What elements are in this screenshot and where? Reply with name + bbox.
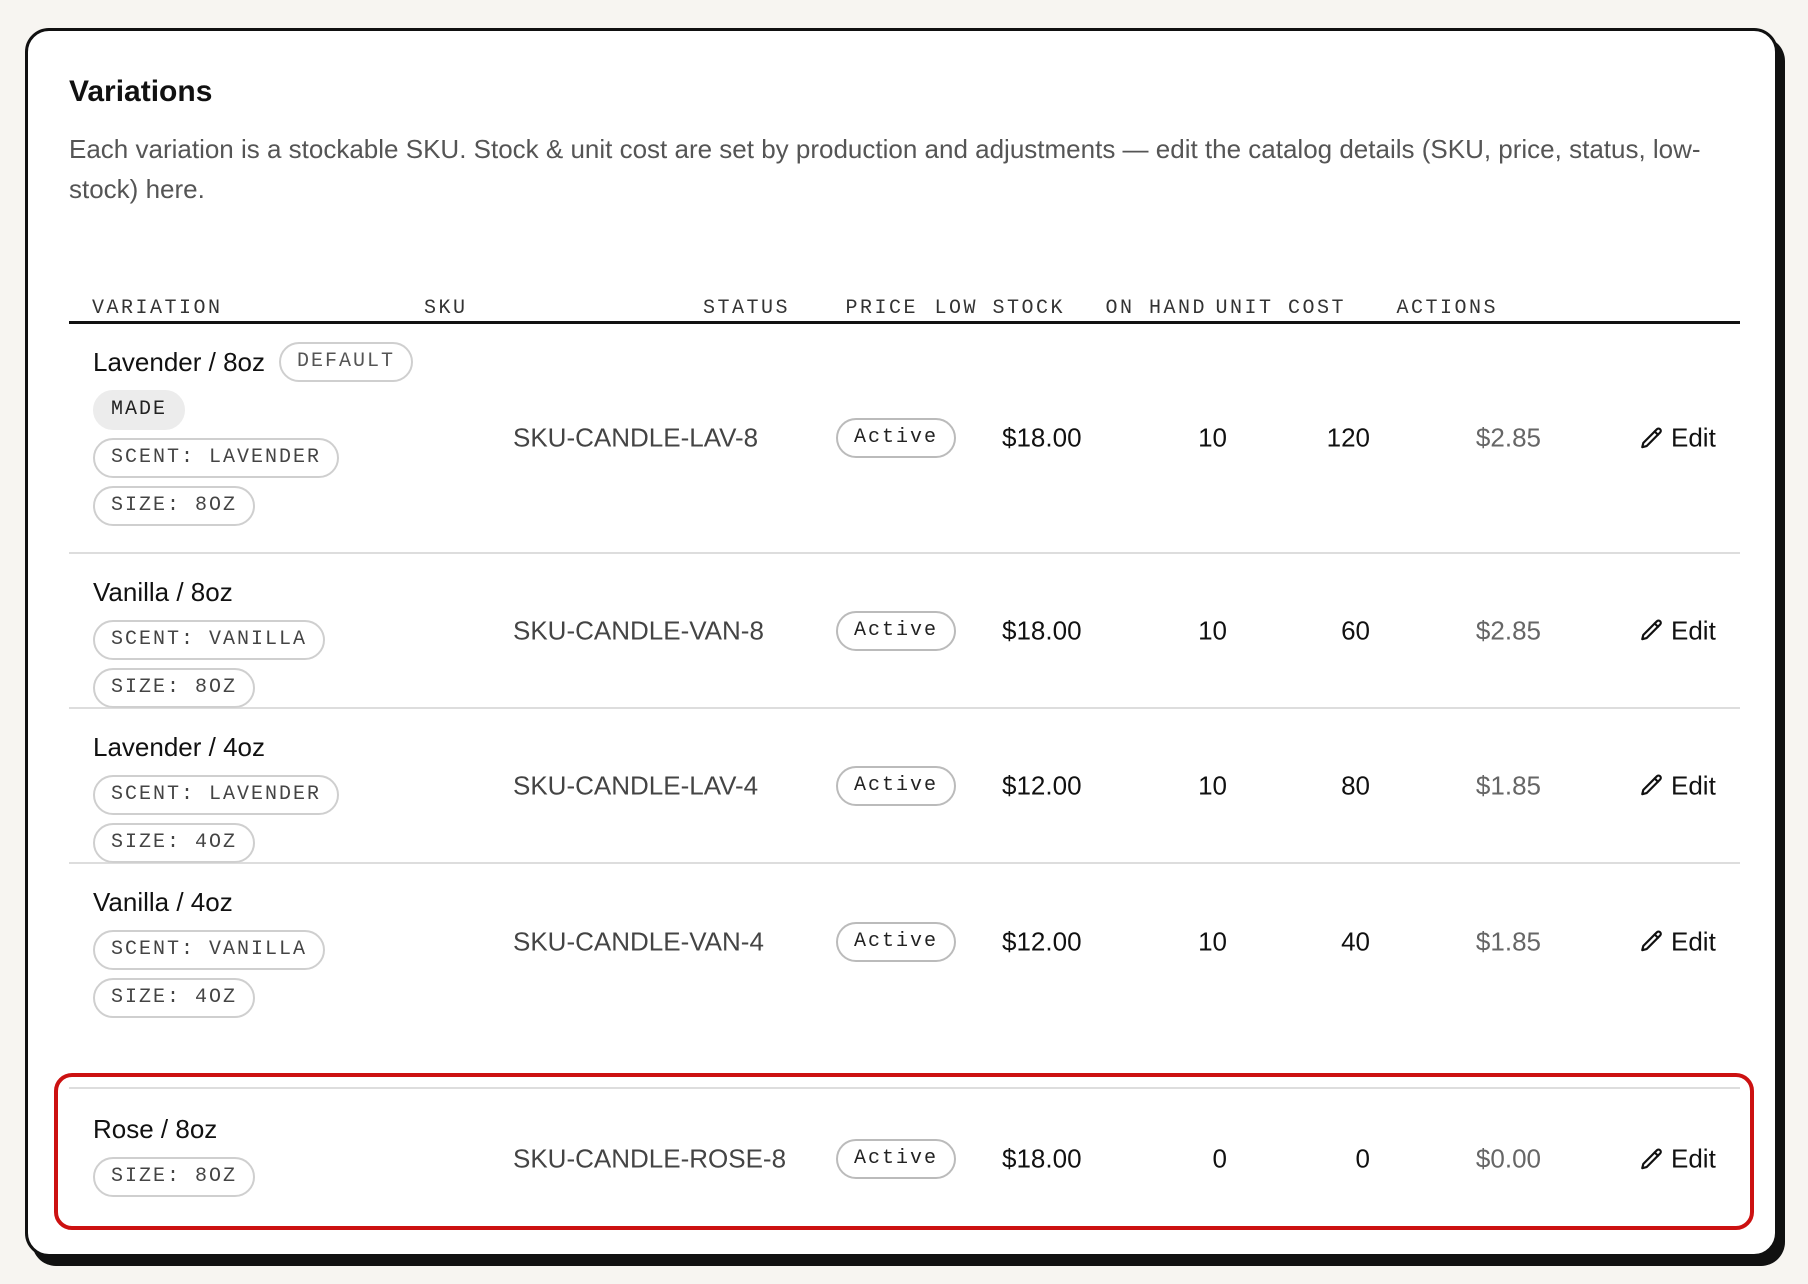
price-value: $18.00 [1002, 1143, 1082, 1174]
pencil-icon [1641, 619, 1662, 641]
column-header-unit-cost: UNIT COST [1215, 297, 1346, 320]
low-stock-value: 10 [1198, 926, 1227, 956]
variation-cell: Vanilla / 8oz SCENT: VANILLA SIZE: 8OZ [93, 572, 463, 708]
table-row: Lavender / 4oz SCENT: LAVENDER SIZE: 4OZ… [69, 709, 1740, 864]
pencil-icon [1641, 427, 1662, 448]
attribute-tag: SCENT: VANILLA [93, 930, 326, 970]
made-badge: MADE [93, 390, 186, 430]
edit-label: Edit [1671, 1143, 1716, 1174]
section-title: Variations [69, 75, 213, 108]
unit-cost-value: $2.85 [1475, 615, 1541, 645]
attribute-tag: SIZE: 4OZ [93, 978, 256, 1018]
status-badge: Active [836, 921, 957, 962]
on-hand-value: 80 [1341, 770, 1370, 800]
sku-value: SKU-CANDLE-LAV-8 [513, 422, 759, 453]
attribute-tag: SIZE: 8OZ [93, 486, 256, 526]
unit-cost-value: $0.00 [1475, 1143, 1541, 1174]
edit-button[interactable]: Edit [1639, 770, 1716, 801]
edit-label: Edit [1671, 926, 1716, 956]
variation-name: Lavender / 4oz [93, 732, 266, 762]
on-hand-value: 0 [1355, 1143, 1370, 1174]
unit-cost-value: $2.85 [1475, 422, 1541, 453]
status-badge: Active [836, 418, 957, 458]
status-badge: Active [836, 1139, 957, 1179]
price-value: $18.00 [1002, 422, 1082, 453]
column-header-on-hand: ON HAND [1105, 297, 1207, 320]
default-badge: DEFAULT [279, 342, 414, 382]
table-row: Rose / 8oz SIZE: 8OZ SKU-CANDLE-ROSE-8 A… [69, 1087, 1740, 1229]
edit-button[interactable]: Edit [1639, 615, 1716, 646]
column-header-low-stock: LOW STOCK [934, 297, 1065, 320]
low-stock-value: 10 [1198, 615, 1227, 645]
edit-label: Edit [1671, 770, 1716, 800]
edit-button[interactable]: Edit [1639, 1144, 1716, 1175]
variations-card: Variations Each variation is a stockable… [25, 28, 1778, 1257]
column-header-price: PRICE [845, 297, 918, 320]
sku-value: SKU-CANDLE-LAV-4 [513, 770, 759, 800]
column-header-sku: SKU [424, 297, 468, 320]
attribute-tag: SIZE: 8OZ [93, 668, 256, 708]
price-value: $12.00 [1002, 926, 1082, 956]
attribute-tag: SIZE: 8OZ [93, 1157, 256, 1197]
unit-cost-value: $1.85 [1475, 926, 1541, 956]
price-value: $18.00 [1002, 615, 1082, 645]
edit-button[interactable]: Edit [1639, 926, 1716, 957]
variation-name: Lavender / 8oz [93, 347, 266, 377]
variation-cell: Rose / 8oz SIZE: 8OZ [93, 1109, 463, 1197]
pencil-icon [1641, 774, 1662, 796]
attribute-tag: SIZE: 4OZ [93, 823, 256, 863]
low-stock-value: 10 [1198, 770, 1227, 800]
table-row: Vanilla / 4oz SCENT: VANILLA SIZE: 4OZ S… [69, 864, 1740, 1019]
status-badge: Active [836, 765, 957, 806]
variation-name: Vanilla / 4oz [93, 887, 233, 917]
unit-cost-value: $1.85 [1475, 770, 1541, 800]
edit-label: Edit [1671, 422, 1716, 453]
column-header-actions: ACTIONS [1396, 297, 1498, 320]
low-stock-value: 0 [1212, 1143, 1227, 1174]
status-badge: Active [836, 610, 957, 651]
attribute-tag: SCENT: VANILLA [93, 620, 326, 660]
price-value: $12.00 [1002, 770, 1082, 800]
column-header-variation: VARIATION [92, 297, 223, 320]
pencil-icon [1641, 930, 1662, 952]
sku-value: SKU-CANDLE-VAN-4 [513, 926, 764, 956]
edit-label: Edit [1671, 615, 1716, 645]
attribute-tag: SCENT: LAVENDER [93, 438, 340, 478]
on-hand-value: 120 [1326, 422, 1370, 453]
on-hand-value: 40 [1341, 926, 1370, 956]
sku-value: SKU-CANDLE-ROSE-8 [513, 1143, 787, 1174]
column-header-status: STATUS [703, 297, 791, 320]
table-row: Lavender / 8oz DEFAULT MADE SCENT: LAVEN… [69, 324, 1740, 554]
low-stock-value: 10 [1198, 422, 1227, 453]
variation-cell: Lavender / 4oz SCENT: LAVENDER SIZE: 4OZ [93, 727, 463, 863]
table-row: Vanilla / 8oz SCENT: VANILLA SIZE: 8OZ S… [69, 554, 1740, 709]
variation-name: Vanilla / 8oz [93, 577, 233, 607]
variation-cell: Lavender / 8oz DEFAULT MADE SCENT: LAVEN… [93, 342, 463, 526]
sku-value: SKU-CANDLE-VAN-8 [513, 615, 764, 645]
pencil-icon [1641, 1148, 1662, 1169]
attribute-tag: SCENT: LAVENDER [93, 775, 340, 815]
variation-cell: Vanilla / 4oz SCENT: VANILLA SIZE: 4OZ [93, 882, 463, 1018]
section-description: Each variation is a stockable SKU. Stock… [69, 134, 1701, 204]
variation-name: Rose / 8oz [93, 1114, 218, 1144]
edit-button[interactable]: Edit [1639, 423, 1716, 454]
on-hand-value: 60 [1341, 615, 1370, 645]
